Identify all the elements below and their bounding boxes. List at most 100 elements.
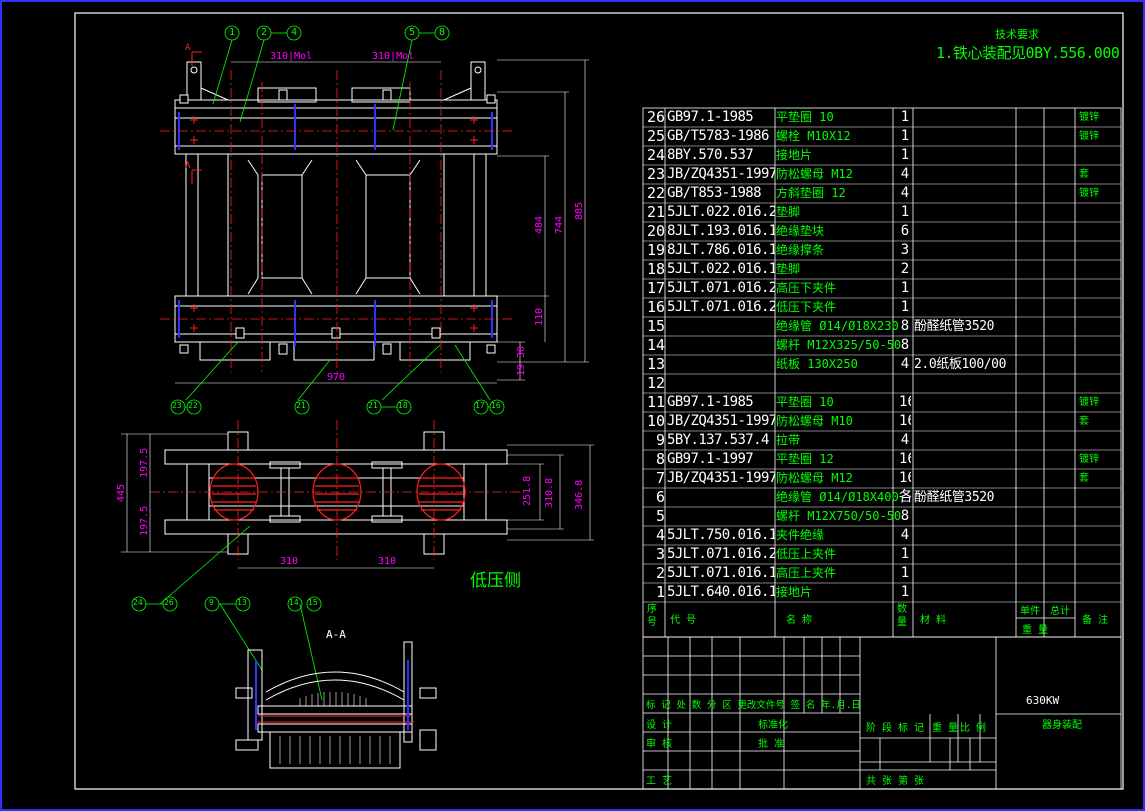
bom-cell-no: 3: [655, 545, 665, 563]
dim-110: 110: [534, 308, 545, 326]
bom-cell-no: 12: [646, 374, 665, 392]
bom-cell-name: 绝缘撑条: [776, 243, 825, 257]
bom-cell-mat: [914, 184, 1014, 203]
bom-cell-code: JB/ZQ4351-1997: [667, 470, 775, 486]
tb-weight: 重 量: [932, 723, 959, 734]
bom-header-qty: 数量: [897, 604, 907, 628]
bom-cell-code: JB/ZQ4351-1997: [667, 413, 775, 429]
bom-cell-qty: 1: [900, 109, 910, 125]
bom-cell-qty: 16: [899, 451, 911, 467]
balloon-23: 23: [172, 401, 182, 410]
bom-cell-no: 19: [646, 241, 665, 259]
bom-row: 5 螺杆 M12X750/50-50 8: [643, 507, 1121, 526]
bom-row: 15 绝缘管 Ø14/Ø18X230 8 酚醛纸管3520: [643, 317, 1121, 336]
bom-cell-name: 低压下夹件: [776, 300, 837, 314]
balloon-4: 4: [291, 27, 298, 38]
balloon-22: 22: [188, 401, 198, 410]
bom-cell-rem: [1079, 545, 1119, 564]
tb-standard: 标准化: [758, 720, 788, 731]
balloon-24: 24: [133, 598, 143, 607]
bom-cell-code: 8JLT.193.016.1: [667, 223, 775, 239]
balloon-16: 16: [491, 401, 501, 410]
bom-cell-rem: [1079, 355, 1119, 374]
bom-cell-rem: [1079, 146, 1119, 165]
tech-req-line1: 1.铁心装配见0BY.556.000: [936, 44, 1120, 62]
bom-cell-name: 拉带: [776, 433, 801, 447]
bom-cell-rem: [1079, 336, 1119, 355]
bom-row: 3 5JLT.071.016.2 低压上夹件 1: [643, 545, 1121, 564]
bom-cell-qty: 6: [900, 223, 910, 239]
bom-cell-no: 21: [646, 203, 665, 221]
front-view: [174, 61, 498, 361]
balloon-8: 8: [439, 27, 446, 38]
bom-cell-code: GB97.1-1997: [667, 451, 754, 467]
bom-cell-no: 5: [655, 507, 665, 525]
bom-cell-name: 接地片: [776, 148, 813, 162]
bom-cell-no: 20: [646, 222, 665, 240]
bom-cell-code: GB/T853-1988: [667, 185, 762, 201]
bom-cell-name: 高压上夹件: [776, 566, 837, 580]
bom-row: 20 8JLT.193.016.1 绝缘垫块 6: [643, 222, 1121, 241]
bom-cell-qty: 16: [899, 470, 911, 486]
balloon-17: 17: [475, 401, 485, 410]
tb-approve: 批 准: [758, 739, 785, 750]
bom-cell-qty: 3: [900, 242, 910, 258]
bom-cell-mat: [914, 298, 1014, 317]
bom-cell-name: 防松螺母 M12: [776, 167, 853, 181]
bom-row: 22 GB/T853-1988 方斜垫圈 12 4 镀锌: [643, 184, 1121, 203]
dim-885: 885: [574, 202, 585, 220]
bom-cell-rem: [1079, 374, 1119, 393]
bom-cell-mat: [914, 260, 1014, 279]
bom-cell-qty: 1: [900, 299, 910, 315]
bom-cell-qty: 4: [900, 166, 910, 182]
bom-row: 14 螺杆 M12X325/50-50 8: [643, 336, 1121, 355]
bom-cell-mat: [914, 393, 1014, 412]
bom-cell-code: [667, 317, 775, 336]
bom-cell-qty: 4: [900, 527, 910, 543]
bom-cell-name: 夹件绝缘: [776, 528, 825, 542]
bom-row: 21 5JLT.022.016.2 垫脚 1: [643, 203, 1121, 222]
plan-dim-texts: 445 197.5 197.5 251.8 310.8 346.8 310 31…: [116, 448, 585, 567]
bom-header-mat: 材 料: [920, 615, 947, 626]
bom-cell-qty: 2: [900, 261, 910, 277]
bom-cell-mat: [914, 336, 1014, 355]
front-leaders: [170, 25, 505, 415]
section-accents: [256, 715, 414, 723]
tb-product: 630KW: [1026, 694, 1060, 707]
bom-cell-rem: [1079, 526, 1119, 545]
dim-346-8: 346.8: [574, 480, 585, 510]
bom-cell-code: [667, 336, 775, 355]
bom-cell-name: 绝缘管 Ø14/Ø18X230: [776, 319, 899, 333]
bom-cell-name: 平垫圈 12: [776, 452, 834, 466]
balloon-21b: 21: [368, 401, 378, 410]
bom-header-w2: 总计: [1050, 606, 1070, 617]
bom-cell-mat: [914, 450, 1014, 469]
bom-cell-qty: 4: [900, 185, 910, 201]
bom-cell-mat: [914, 412, 1014, 431]
bom-header-w1: 单件: [1020, 606, 1040, 617]
bom-cell-rem: [1079, 222, 1119, 241]
bom-row: 25 GB/T5783-1986 螺栓 M10X12 1 镀锌: [643, 127, 1121, 146]
section-title: A-A: [326, 628, 346, 641]
bom-cell-code: 5JLT.750.016.1: [667, 527, 775, 543]
dim-970: 970: [327, 372, 345, 383]
bom-cell-qty: 16: [899, 394, 911, 410]
tb-review: 审 核: [646, 739, 673, 750]
bom-row: 8GB97.1-1997 平垫圈 12 16 镀锌: [643, 450, 1121, 469]
bom-cell-mat: [914, 165, 1014, 184]
bom-cell-qty: 1: [900, 147, 910, 163]
dim-445: 445: [116, 484, 127, 502]
bom-cell-mat: [914, 564, 1014, 583]
section-mark-a-top: A: [185, 43, 191, 53]
section-mark-a-bottom: A: [185, 161, 191, 171]
bom-cell-qty: 1: [900, 128, 910, 144]
bom-cell-name: 绝缘垫块: [776, 224, 825, 238]
bom-cell-qty: 16: [899, 413, 911, 429]
bom-cell-name: 方斜垫圈 12: [776, 186, 846, 200]
bom-cell-code: [667, 507, 775, 526]
dim-30: 30: [516, 346, 527, 358]
bom-cell-name: 垫脚: [776, 205, 801, 219]
bom-cell-rem: [1079, 298, 1119, 317]
bom-header-name: 名 称: [786, 615, 813, 626]
bom-cell-code: [667, 374, 775, 393]
